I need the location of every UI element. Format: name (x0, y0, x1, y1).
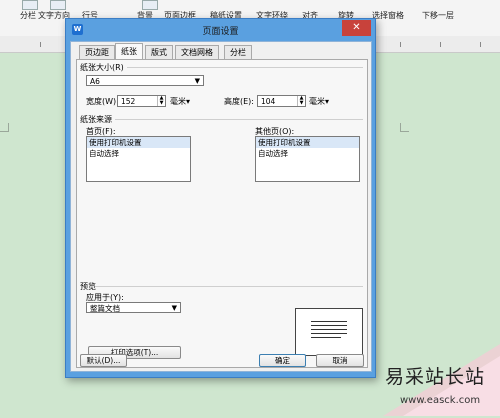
tab-document-grid[interactable]: 文档网格 (175, 45, 219, 59)
columns-icon (22, 0, 38, 10)
apply-to-value: 整篇文档 (90, 304, 120, 313)
page-preview-thumbnail (295, 308, 363, 356)
paper-size-value: A6 (90, 77, 100, 86)
close-button[interactable]: ✕ (342, 20, 371, 36)
spin-arrows-icon[interactable]: ▲ ▼ (297, 96, 305, 106)
chevron-down-icon: ▼ (171, 304, 177, 312)
tab-margins[interactable]: 页边距 (79, 45, 115, 59)
ribbon-columns[interactable]: 分栏 (20, 10, 36, 21)
list-item[interactable]: 使用打印机设置 (256, 137, 359, 148)
list-item[interactable]: 使用打印机设置 (87, 137, 190, 148)
spin-arrows-icon[interactable]: ▲ ▼ (157, 96, 165, 106)
paper-source-group-label: 纸张来源 (80, 115, 112, 124)
list-item[interactable]: 自动选择 (256, 148, 359, 159)
cancel-button[interactable]: 取消 (316, 354, 364, 367)
dialog-client: 页边距 纸张 版式 文档网格 分栏 纸张大小(R) A6 ▼ 宽度(W): 15… (70, 41, 372, 372)
group-divider (95, 286, 363, 287)
watermark-url: www.easck.com (400, 395, 481, 406)
list-item[interactable]: 自动选择 (87, 148, 190, 159)
height-spinner[interactable]: 104 ▲ ▼ (257, 95, 306, 107)
first-page-list[interactable]: 使用打印机设置 自动选择 (86, 136, 191, 182)
dialog-titlebar[interactable]: W 页面设置 ✕ (66, 19, 375, 41)
width-label: 宽度(W): (86, 97, 119, 106)
ribbon-send-backward[interactable]: 下移一层 (422, 10, 454, 21)
width-spinner[interactable]: 152 ▲ ▼ (117, 95, 166, 107)
group-divider (115, 119, 363, 120)
tab-paper[interactable]: 纸张 (115, 43, 143, 60)
margin-corner-top-right (400, 123, 409, 132)
paper-size-select[interactable]: A6 ▼ (86, 75, 204, 86)
watermark-text: 易采站长站 (385, 366, 486, 388)
default-button[interactable]: 默认(D)... (80, 354, 127, 367)
preview-group-label: 预览 (80, 282, 96, 291)
chevron-down-icon: ▼ (194, 77, 200, 85)
background-icon (142, 0, 158, 10)
height-unit[interactable]: 毫米▾ (309, 96, 329, 107)
site-watermark: 易采站长站 www.easck.com (383, 344, 500, 416)
other-pages-list[interactable]: 使用打印机设置 自动选择 (255, 136, 360, 182)
text-direction-icon (50, 0, 66, 10)
paper-size-group-label: 纸张大小(R) (80, 63, 124, 72)
tab-layout[interactable]: 版式 (145, 45, 173, 59)
width-unit[interactable]: 毫米▾ (170, 96, 190, 107)
group-divider (127, 67, 363, 68)
dialog-title: 页面设置 (202, 27, 239, 37)
page-setup-dialog: W 页面设置 ✕ 页边距 纸张 版式 文档网格 分栏 纸张大小(R) A6 ▼ … (65, 18, 376, 378)
apply-to-select[interactable]: 整篇文档 ▼ (86, 302, 181, 313)
margin-corner-top-left (0, 123, 9, 132)
tab-columns[interactable]: 分栏 (224, 45, 252, 59)
width-value: 152 (121, 97, 136, 106)
ok-button[interactable]: 确定 (259, 354, 306, 367)
ribbon-selection-pane[interactable]: 选择窗格 (372, 10, 404, 21)
height-label: 高度(E): (224, 97, 254, 106)
height-value: 104 (261, 97, 276, 106)
